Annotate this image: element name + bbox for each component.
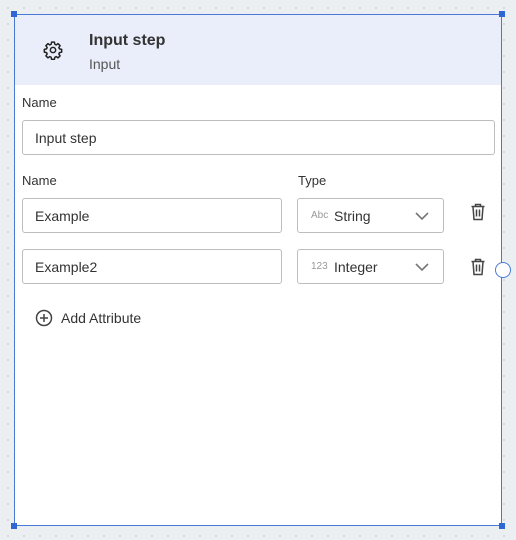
node-subtitle: Input [89, 56, 121, 72]
attribute-name-header: Name [22, 173, 57, 188]
trash-icon[interactable] [470, 203, 486, 221]
resize-handle-bottom-left[interactable] [11, 523, 17, 529]
resize-handle-bottom-right[interactable] [499, 523, 505, 529]
node-name-input[interactable]: Input step [22, 120, 495, 155]
integer-type-icon: 123 [311, 261, 328, 272]
chevron-down-icon [415, 263, 429, 272]
string-type-icon: Abc [311, 210, 329, 221]
name-label: Name [22, 95, 57, 110]
attribute-name-value: Example [35, 208, 90, 224]
node-title: Input step [89, 32, 166, 49]
add-circle-icon [35, 309, 53, 327]
node-name-value: Input step [35, 130, 97, 146]
attribute-name-value: Example2 [35, 259, 98, 275]
attribute-type-select[interactable]: 123 Integer [297, 249, 444, 284]
attribute-name-input[interactable]: Example [22, 198, 282, 233]
attribute-type-value: Integer [334, 259, 378, 275]
attribute-type-select[interactable]: Abc String [297, 198, 444, 233]
attribute-type-header: Type [298, 173, 327, 188]
add-attribute-label: Add Attribute [61, 310, 142, 326]
output-connection-port[interactable] [495, 262, 511, 278]
gear-icon [43, 41, 63, 60]
attribute-type-value: String [334, 208, 371, 224]
node-header: Input step Input [15, 15, 501, 85]
trash-icon[interactable] [470, 258, 486, 276]
resize-handle-top-left[interactable] [11, 11, 17, 17]
chevron-down-icon [415, 212, 429, 221]
resize-handle-top-right[interactable] [499, 11, 505, 17]
input-step-node[interactable]: Input step Input Name Input step Name Ty… [14, 14, 502, 526]
attribute-name-input[interactable]: Example2 [22, 249, 282, 284]
